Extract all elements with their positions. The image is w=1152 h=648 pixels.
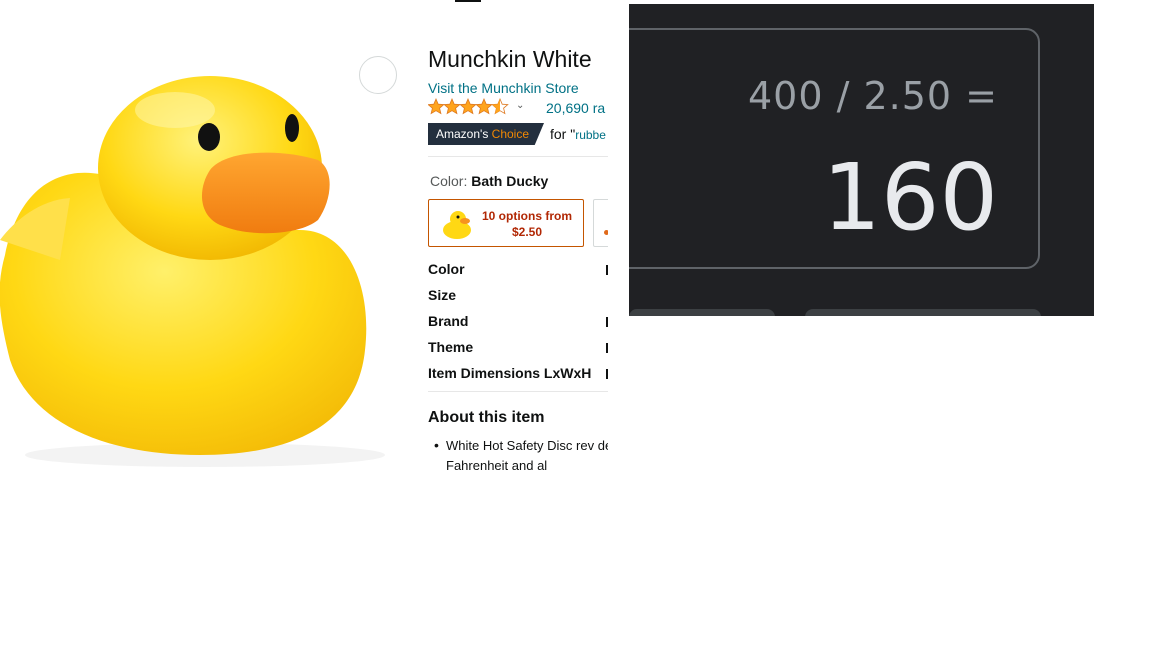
calculator-panel: 400 / 2.50 = 160	[629, 4, 1094, 316]
chevron-down-icon[interactable]: ⌄	[516, 100, 524, 111]
spec-value	[606, 265, 608, 275]
rubber-duck-image	[0, 76, 385, 467]
spec-value	[606, 317, 608, 327]
product-image[interactable]	[0, 0, 410, 470]
badge-suffix: Choice	[491, 127, 530, 141]
calculator-key[interactable]	[629, 309, 775, 316]
badge-keyword-link[interactable]: rubbe	[575, 128, 606, 142]
product-info-panel: Munchkin White Visit the Munchkin Store …	[428, 0, 608, 470]
about-section-title: About this item	[428, 409, 545, 426]
product-title: Munchkin White	[428, 46, 592, 72]
option-swatch	[604, 230, 608, 235]
menu-icon[interactable]	[455, 0, 481, 2]
spec-value	[606, 369, 608, 379]
spec-label-dimensions: Item Dimensions LxWxH	[428, 365, 592, 381]
share-button[interactable]	[359, 56, 397, 94]
bullet-icon: •	[434, 437, 439, 453]
color-value: Bath Ducky	[471, 173, 549, 189]
about-bullet-text: White Hot Safety Disc rev degrees Fahren…	[446, 438, 608, 470]
badge-for-text: for "	[550, 126, 576, 142]
spec-label-color: Color	[428, 261, 465, 277]
calculator-expression: 400 / 2.50 =	[747, 74, 998, 118]
star-rating-icon[interactable]	[428, 98, 510, 116]
spec-value	[606, 343, 608, 353]
spec-label-size: Size	[428, 287, 457, 303]
calculator-result: 160	[822, 144, 998, 251]
badge-prefix: Amazon's	[436, 127, 489, 141]
badge-keyword-line: for "rubbe	[550, 126, 606, 142]
calculator-key[interactable]	[805, 309, 1041, 316]
duck-thumbnail-icon	[443, 211, 471, 239]
color-option[interactable]	[593, 199, 608, 247]
spec-label-theme: Theme	[428, 339, 474, 355]
store-link[interactable]: Visit the Munchkin Store	[428, 80, 579, 96]
color-label: Color:	[430, 173, 468, 189]
rating-count-link[interactable]: 20,690 ra	[546, 100, 605, 116]
option-price-text: 10 options from $2.50	[481, 209, 572, 239]
divider	[428, 156, 608, 157]
divider	[428, 391, 608, 392]
color-selection-label: Color: Bath Ducky	[430, 173, 548, 189]
color-option-selected[interactable]: 10 options from $2.50	[428, 199, 584, 247]
amazons-choice-badge: Amazon's Choice	[428, 123, 544, 145]
spec-label-brand: Brand	[428, 313, 469, 329]
